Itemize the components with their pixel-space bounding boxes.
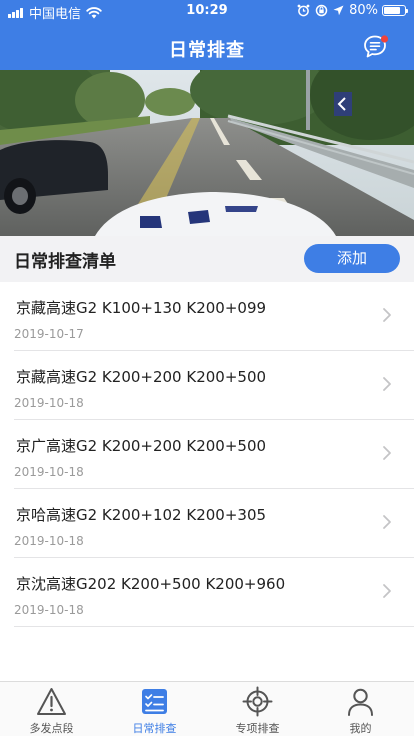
notification-dot bbox=[380, 35, 389, 43]
road-scene-illustration bbox=[0, 70, 414, 236]
battery-fill bbox=[384, 7, 400, 14]
tab-label: 多发点段 bbox=[29, 722, 74, 735]
tab-label: 专项排查 bbox=[235, 722, 280, 735]
user-profile-icon bbox=[348, 688, 373, 716]
item-title: 京沈高速G202 K200+500 K200+960 bbox=[16, 575, 286, 593]
status-right: 80% bbox=[292, 3, 408, 18]
warning-triangle-icon bbox=[37, 688, 66, 715]
bottom-tab-bar: 多发点段 日常排查 专项排查 我的 bbox=[0, 681, 414, 736]
chat-bubble-icon bbox=[364, 35, 389, 58]
chevron-right-icon bbox=[383, 446, 391, 460]
chevron-right-icon bbox=[383, 584, 391, 598]
app-header: 中国电信 10:29 80% 日常排查 bbox=[0, 0, 414, 70]
item-title: 京藏高速G2 K100+130 K200+099 bbox=[16, 299, 267, 317]
chevron-right-icon bbox=[383, 377, 391, 391]
battery-icon bbox=[382, 5, 408, 16]
checklist-icon bbox=[142, 689, 167, 714]
rotation-lock-icon bbox=[315, 4, 328, 17]
item-title: 京藏高速G2 K200+200 K200+500 bbox=[16, 368, 267, 386]
item-date: 2019-10-18 bbox=[14, 534, 84, 548]
tab-label: 我的 bbox=[349, 722, 372, 735]
list-item[interactable]: 京广高速G2 K200+200 K200+500 2019-10-18 bbox=[14, 420, 414, 489]
item-date: 2019-10-17 bbox=[14, 327, 84, 341]
list-item[interactable]: 京藏高速G2 K200+200 K200+500 2019-10-18 bbox=[14, 351, 414, 420]
page-title: 日常排查 bbox=[169, 40, 245, 61]
section-title: 日常排查清单 bbox=[14, 252, 116, 272]
add-button[interactable]: 添加 bbox=[304, 244, 400, 273]
item-title: 京哈高速G2 K200+102 K200+305 bbox=[16, 506, 267, 524]
location-arrow-icon bbox=[333, 5, 344, 16]
item-date: 2019-10-18 bbox=[14, 465, 84, 479]
status-bar: 中国电信 10:29 80% bbox=[0, 0, 414, 22]
message-button[interactable] bbox=[363, 34, 391, 60]
battery-percent: 80% bbox=[349, 3, 378, 18]
tab-label: 日常排查 bbox=[132, 722, 177, 735]
tab-daily-inspection[interactable]: 日常排查 bbox=[103, 682, 206, 736]
inspection-list: 京藏高速G2 K100+130 K200+099 2019-10-17 京藏高速… bbox=[0, 282, 414, 627]
list-item[interactable]: 京哈高速G2 K200+102 K200+305 2019-10-18 bbox=[14, 489, 414, 558]
section-header: 日常排查清单 添加 bbox=[0, 236, 414, 282]
crosshair-target-icon bbox=[242, 686, 273, 717]
item-date: 2019-10-18 bbox=[14, 396, 84, 410]
tab-hotspot-sections[interactable]: 多发点段 bbox=[0, 682, 103, 736]
alarm-icon bbox=[297, 4, 310, 17]
item-date: 2019-10-18 bbox=[14, 603, 84, 617]
chevron-right-icon bbox=[383, 515, 391, 529]
list-item[interactable]: 京藏高速G2 K100+130 K200+099 2019-10-17 bbox=[14, 282, 414, 351]
tab-profile[interactable]: 我的 bbox=[309, 682, 412, 736]
tab-special-inspection[interactable]: 专项排查 bbox=[206, 682, 309, 736]
banner-photo bbox=[0, 70, 414, 236]
list-item[interactable]: 京沈高速G202 K200+500 K200+960 2019-10-18 bbox=[14, 558, 414, 627]
item-title: 京广高速G2 K200+200 K200+500 bbox=[16, 437, 267, 455]
chevron-right-icon bbox=[383, 308, 391, 322]
